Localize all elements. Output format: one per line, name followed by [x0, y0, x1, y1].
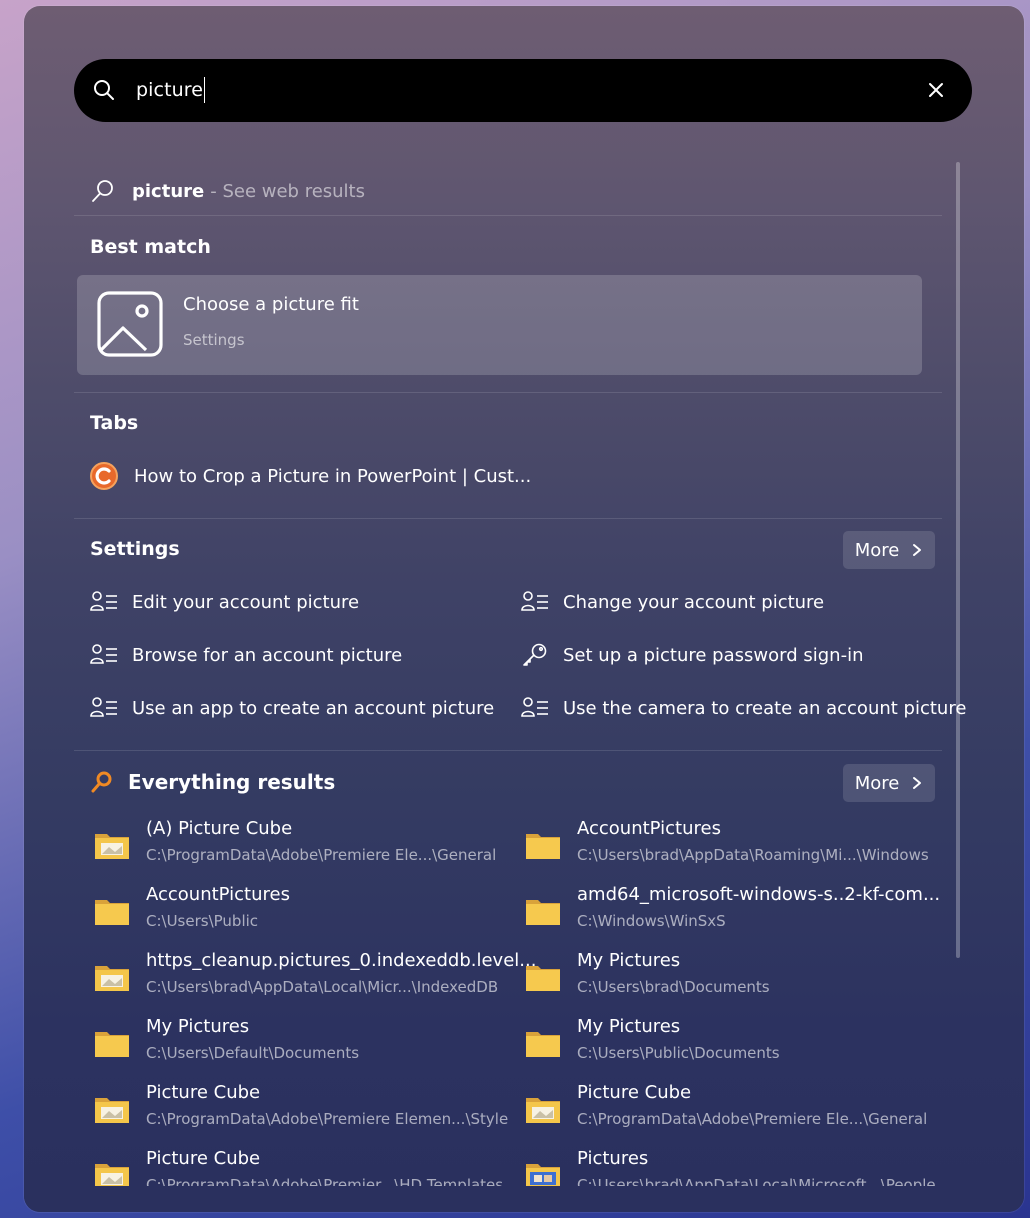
file-result-name: Picture Cube — [146, 1148, 261, 1169]
divider — [74, 392, 942, 393]
search-input[interactable]: picture — [136, 77, 206, 103]
tab-result-item[interactable]: How to Crop a Picture in PowerPoint | Cu… — [90, 461, 531, 491]
web-search-term: picture — [132, 180, 205, 202]
tab-result-label: How to Crop a Picture in PowerPoint | Cu… — [134, 465, 532, 487]
search-box[interactable]: picture — [74, 59, 972, 122]
file-result-name: AccountPictures — [146, 884, 290, 905]
divider — [74, 750, 942, 751]
settings-more-label: More — [854, 539, 900, 561]
everything-more-button[interactable]: More — [843, 764, 935, 802]
everything-more-label: More — [854, 772, 900, 794]
setting-item-label: Browse for an account picture — [132, 644, 403, 666]
file-result-path: C:\Users\Default\Documents — [146, 1044, 360, 1062]
tabs-heading: Tabs — [90, 412, 139, 434]
setting-item-app-account-picture[interactable]: Use an app to create an account picture — [90, 693, 494, 723]
file-result-name: My Pictures — [146, 1016, 250, 1037]
setting-item-picture-password[interactable]: Set up a picture password sign-in — [521, 640, 863, 670]
file-result-item[interactable]: Picture Cube C:\ProgramData\Adobe\Premie… — [521, 1082, 941, 1138]
setting-item-change-account-picture[interactable]: Change your account picture — [521, 587, 824, 617]
file-result-name: amd64_microsoft-windows-s..2-kf-com... — [577, 884, 941, 905]
best-match-title: Choose a picture fit — [183, 294, 359, 315]
folder-icon — [95, 900, 129, 925]
folder-icon — [526, 966, 560, 991]
site-favicon-icon — [90, 462, 118, 490]
setting-item-label: Use the camera to create an account pict… — [563, 697, 967, 719]
folder-icon — [526, 1032, 560, 1057]
file-result-name: AccountPictures — [577, 818, 721, 839]
setting-item-browse-account-picture[interactable]: Browse for an account picture — [90, 640, 402, 670]
close-icon[interactable] — [926, 80, 946, 100]
best-match-subtitle: Settings — [183, 331, 245, 349]
picture-icon — [97, 291, 163, 357]
file-result-path: C:\Users\Public — [146, 912, 259, 930]
setting-item-label: Set up a picture password sign-in — [563, 644, 864, 666]
divider — [74, 215, 942, 216]
panel-bottom-edge — [24, 1186, 1024, 1212]
file-result-item[interactable]: Picture Cube C:\ProgramData\Adobe\Premie… — [90, 1082, 510, 1138]
folder-image-icon — [95, 966, 129, 991]
web-search-icon — [92, 180, 113, 202]
file-result-name: https_cleanup.pictures_0.indexeddb.level… — [146, 950, 537, 971]
account-settings-icon — [521, 697, 548, 717]
file-result-name: My Pictures — [577, 950, 681, 971]
best-match-heading: Best match — [90, 236, 211, 258]
folder-icon — [526, 834, 560, 859]
setting-item-camera-account-picture[interactable]: Use the camera to create an account pict… — [521, 693, 966, 723]
file-result-item[interactable]: AccountPictures C:\Users\Public — [90, 884, 510, 940]
setting-item-label: Use an app to create an account picture — [132, 697, 495, 719]
file-result-item[interactable]: My Pictures C:\Users\Default\Documents — [90, 1016, 510, 1072]
file-result-name: My Pictures — [577, 1016, 681, 1037]
folder-image-icon — [95, 1098, 129, 1123]
web-search-suffix: - See web results — [210, 180, 365, 202]
folder-icon — [95, 1032, 129, 1057]
settings-heading: Settings — [90, 538, 180, 560]
scrollbar[interactable] — [956, 162, 960, 958]
file-result-name: (A) Picture Cube — [146, 818, 293, 839]
search-icon — [94, 80, 114, 100]
settings-more-button[interactable]: More — [843, 531, 935, 569]
file-result-name: Picture Cube — [577, 1082, 692, 1103]
everything-heading-row: Everything results — [90, 770, 335, 794]
file-result-path: C:\Users\brad\Documents — [577, 978, 770, 996]
account-settings-icon — [521, 591, 548, 611]
file-result-path: C:\ProgramData\Adobe\Premiere Elemen...\… — [146, 1110, 509, 1128]
setting-item-label: Edit your account picture — [132, 591, 360, 613]
file-result-path: C:\ProgramData\Adobe\Premiere Ele...\Gen… — [146, 846, 497, 864]
file-result-name: Pictures — [577, 1148, 649, 1169]
file-result-path: C:\Windows\WinSxS — [577, 912, 726, 930]
folder-image-icon — [526, 1098, 560, 1123]
file-result-item[interactable]: AccountPictures C:\Users\brad\AppData\Ro… — [521, 818, 941, 874]
everything-heading: Everything results — [128, 770, 336, 794]
file-result-item[interactable]: amd64_microsoft-windows-s..2-kf-com... C… — [521, 884, 941, 940]
folder-icon — [526, 900, 560, 925]
setting-item-label: Change your account picture — [563, 591, 825, 613]
account-settings-icon — [90, 697, 117, 717]
chevron-right-icon — [913, 777, 922, 789]
file-result-path: C:\Users\Public\Documents — [577, 1044, 780, 1062]
file-result-item[interactable]: My Pictures C:\Users\brad\Documents — [521, 950, 941, 1006]
file-result-path: C:\Users\brad\AppData\Roaming\Mi...\Wind… — [577, 846, 929, 864]
file-result-item[interactable]: My Pictures C:\Users\Public\Documents — [521, 1016, 941, 1072]
search-panel: picture picture - See web results Best m… — [24, 6, 1024, 1212]
account-settings-icon — [90, 591, 117, 611]
key-icon — [523, 643, 547, 666]
account-settings-icon — [90, 644, 117, 664]
setting-item-edit-account-picture[interactable]: Edit your account picture — [90, 587, 359, 617]
web-search-result[interactable]: picture - See web results — [90, 176, 365, 206]
best-match-item[interactable]: Choose a picture fit Settings — [77, 275, 922, 375]
file-result-path: C:\Users\brad\AppData\Local\Micr...\Inde… — [146, 978, 499, 996]
file-result-path: C:\ProgramData\Adobe\Premiere Ele...\Gen… — [577, 1110, 928, 1128]
chevron-right-icon — [913, 544, 922, 556]
file-result-item[interactable]: (A) Picture Cube C:\ProgramData\Adobe\Pr… — [90, 818, 510, 874]
folder-image-icon — [95, 834, 129, 859]
everything-search-icon — [91, 771, 112, 793]
file-result-name: Picture Cube — [146, 1082, 261, 1103]
file-result-item[interactable]: https_cleanup.pictures_0.indexeddb.level… — [90, 950, 536, 1006]
divider — [74, 518, 942, 519]
